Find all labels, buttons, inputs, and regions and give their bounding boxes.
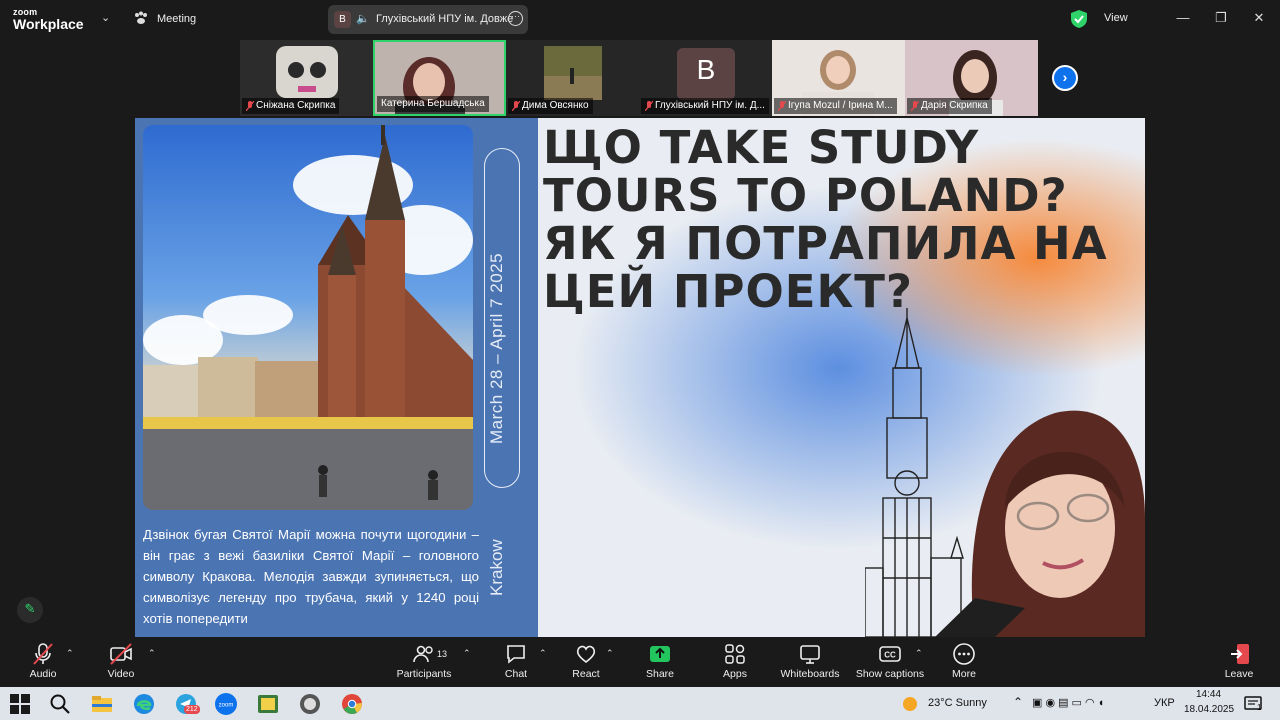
participant-tile[interactable]: Сніжана Скрипка (240, 40, 373, 116)
share-screen-icon (650, 646, 670, 662)
restore-icon[interactable]: ❐ (1206, 8, 1236, 28)
krakow-basilica-photo (143, 125, 473, 510)
captions-icon: CC (879, 646, 901, 662)
telegram-badge: 212 (184, 705, 200, 714)
muted-mic-icon (246, 101, 254, 111)
tour-dates: March 28 – April 7 2025 (487, 252, 506, 444)
participant-initial: B (696, 54, 716, 85)
apps-button[interactable]: Apps (715, 642, 755, 684)
whiteboards-button[interactable]: Whiteboards (778, 642, 842, 684)
participant-name: Дима Овсянко (508, 98, 593, 114)
muted-mic-icon (911, 101, 919, 111)
title-bar: zoom Workplace ⌄ Meeting B 🔈 Глухівський… (0, 0, 1280, 38)
svg-text:zoom: zoom (219, 703, 234, 709)
participant-tile[interactable]: Дарія Скрипка (905, 40, 1038, 116)
file-explorer-icon[interactable] (90, 692, 114, 716)
meeting-toolbar: Audio ⌃ Video ⌃ Participants 13 ⌃ Chat ⌃… (0, 637, 1280, 687)
chrome-browser-icon[interactable] (340, 692, 364, 716)
more-button[interactable]: More (944, 642, 984, 684)
photos-app-icon[interactable] (256, 692, 280, 716)
participants-count: 13 (437, 649, 448, 659)
speaker-volume-icon: 🔈 (356, 13, 370, 25)
chat-button[interactable]: Chat (496, 642, 536, 684)
muted-mic-icon (33, 643, 53, 665)
clock-date[interactable]: 18.04.2025 (1184, 704, 1234, 715)
share-button[interactable]: Share (640, 642, 680, 684)
app-logo-bottom: Workplace (13, 16, 84, 32)
app-icon[interactable] (298, 692, 322, 716)
slide-title: ЩО TAKE STUDY TOURS TO POLAND? ЯК Я ПОТР… (543, 121, 1108, 318)
participant-tile[interactable]: Дима Овсянко (506, 40, 639, 116)
speaker-avatar: B (334, 11, 351, 28)
meeting-icon[interactable] (134, 11, 148, 25)
clock-time[interactable]: 14:44 (1196, 689, 1221, 700)
more-options-icon[interactable]: ··· (508, 11, 523, 26)
edge-browser-icon[interactable] (132, 692, 156, 716)
video-off-icon (110, 643, 132, 665)
leave-icon (1231, 644, 1249, 664)
chat-icon (507, 645, 525, 664)
zoom-app-icon[interactable]: zoom (214, 692, 238, 716)
participant-name: Глухівський НПУ ім. Д... (641, 98, 769, 114)
captions-options-caret[interactable]: ⌃ (915, 648, 923, 659)
participant-name: Ігупа Mozul / Ірина М... (774, 98, 897, 114)
muted-mic-icon (645, 101, 653, 111)
speaker-name: Глухівський НПУ ім. Довже (376, 13, 514, 25)
apps-icon (725, 644, 745, 664)
audio-options-caret[interactable]: ⌃ (66, 648, 74, 659)
whiteboard-icon (800, 645, 820, 664)
basilica-illustration (143, 125, 473, 510)
participants-options-caret[interactable]: ⌃ (463, 648, 471, 659)
participant-tile[interactable]: Ігупа Mozul / Ірина М... (772, 40, 905, 116)
close-icon[interactable]: ✕ (1244, 8, 1274, 28)
shared-screen-slide: March 28 – April 7 2025 Krakow Дзвінок б… (135, 118, 1145, 637)
presenter-video-overlay (935, 410, 1145, 637)
chat-options-caret[interactable]: ⌃ (539, 648, 547, 659)
meeting-label[interactable]: Meeting (157, 13, 196, 25)
annotate-pen-icon[interactable]: ✎ (17, 597, 43, 623)
language-indicator[interactable]: УКР (1154, 697, 1175, 709)
windows-taskbar: 212 zoom 23°C Sunny ⌃ ▣ ◉ ▤ ▭ ◠ ◖ УКР 14… (0, 687, 1280, 720)
participants-icon (413, 645, 433, 663)
tray-overflow-icon[interactable]: ⌃ (1013, 695, 1023, 709)
chevron-down-icon[interactable]: ⌄ (101, 11, 110, 24)
participant-name: Катерина Бершадська (377, 96, 489, 112)
security-shield-icon[interactable] (1071, 10, 1087, 28)
react-button[interactable]: React (566, 642, 606, 684)
leave-button[interactable]: Leave (1220, 642, 1258, 684)
participant-tile[interactable]: Катерина Бершадська (373, 40, 506, 116)
view-button[interactable]: View (1104, 12, 1128, 24)
svg-text:CC: CC (884, 651, 896, 660)
minimize-icon[interactable]: — (1168, 8, 1198, 28)
muted-mic-icon (778, 101, 786, 111)
participant-name: Дарія Скрипка (907, 98, 992, 114)
weather-sun-icon[interactable] (900, 694, 920, 714)
search-icon[interactable] (48, 692, 72, 716)
active-speaker-pill[interactable]: B 🔈 Глухівський НПУ ім. Довже ··· (328, 5, 528, 34)
participant-tile[interactable]: B Глухівський НПУ ім. Д... (639, 40, 772, 116)
muted-mic-icon (512, 101, 520, 111)
windows-start-icon[interactable] (10, 694, 30, 714)
audio-button[interactable]: Audio (20, 642, 66, 684)
next-page-icon[interactable]: › (1052, 65, 1078, 91)
tray-icons[interactable]: ▣ ◉ ▤ ▭ ◠ ◖ (1032, 696, 1104, 709)
weather-text[interactable]: 23°C Sunny (928, 697, 987, 709)
video-button[interactable]: Video (98, 642, 144, 684)
react-options-caret[interactable]: ⌃ (606, 648, 614, 659)
heart-icon (576, 645, 596, 664)
more-icon (953, 643, 975, 665)
participant-name: Сніжана Скрипка (242, 98, 340, 114)
slide-description: Дзвінок бугая Святої Марії можна почути … (143, 527, 479, 626)
tour-city: Krakow (487, 539, 506, 597)
notification-count: 1 (1257, 703, 1262, 712)
video-options-caret[interactable]: ⌃ (148, 648, 156, 659)
